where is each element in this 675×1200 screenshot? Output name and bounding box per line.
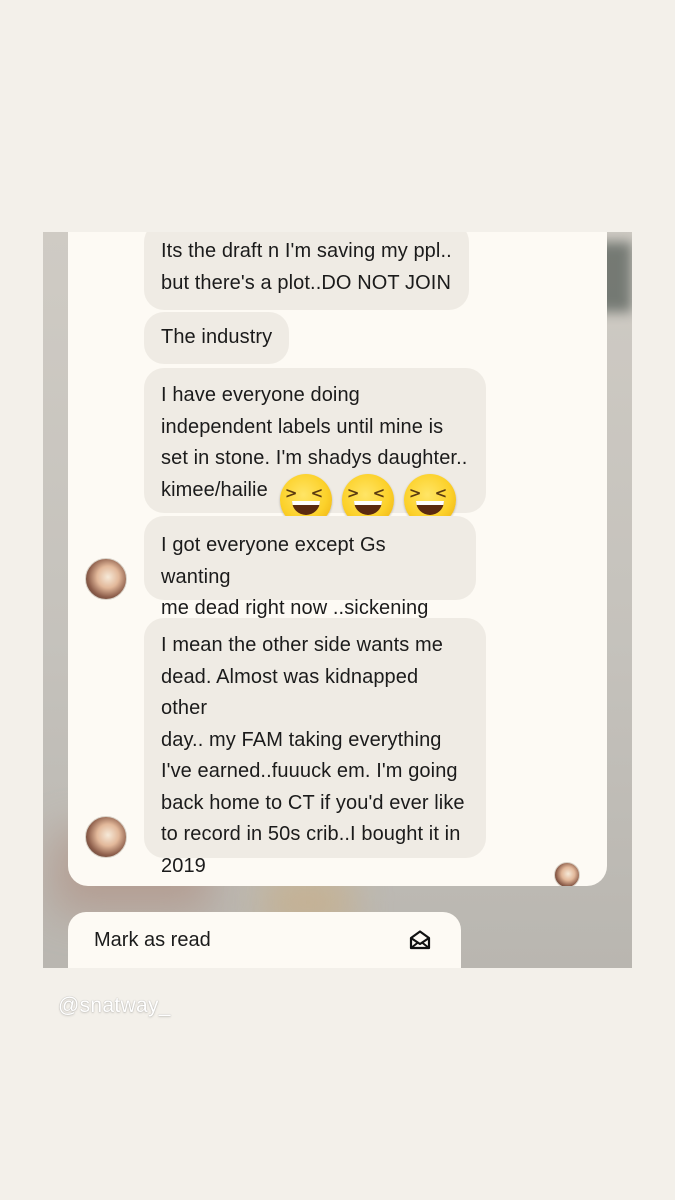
envelope-open-icon bbox=[409, 930, 431, 950]
sender-avatar[interactable] bbox=[85, 558, 127, 600]
username-watermark: @snatway_ bbox=[58, 994, 171, 1017]
mark-as-read-label: Mark as read bbox=[94, 929, 211, 951]
message-bubble[interactable]: I got everyone except Gs wanting me dead… bbox=[144, 516, 476, 619]
message-bubble[interactable]: The industry bbox=[144, 312, 290, 364]
message-preview-card[interactable]: Its the draft n I'm saving my ppl.. but … bbox=[68, 232, 607, 886]
message-bubble[interactable]: Its the draft n I'm saving my ppl.. but … bbox=[144, 232, 469, 310]
mark-as-read-button[interactable]: Mark as read bbox=[68, 912, 461, 968]
message-bubble[interactable]: I mean the other side wants me dead. Alm… bbox=[144, 618, 486, 877]
read-receipt-avatar bbox=[554, 862, 580, 886]
sender-avatar[interactable] bbox=[85, 816, 127, 858]
